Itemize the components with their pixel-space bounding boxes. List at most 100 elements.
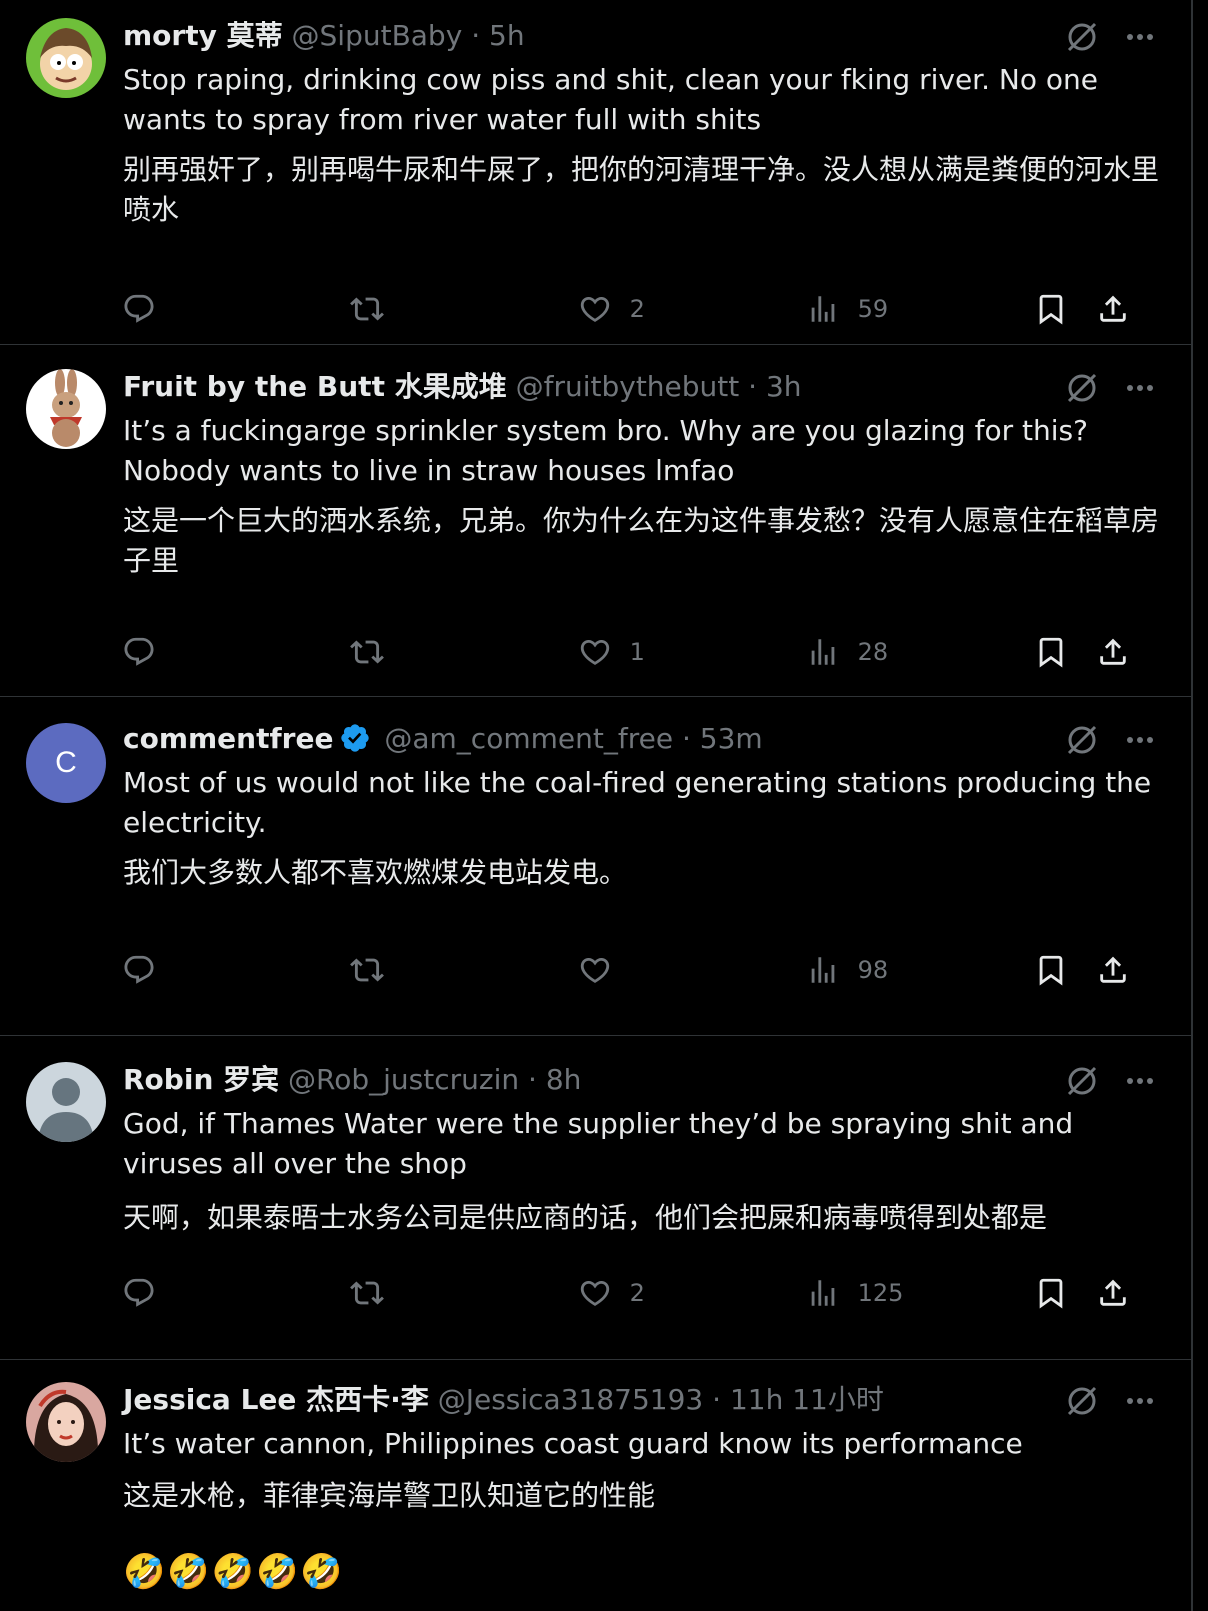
more-icon[interactable] [1123,1384,1157,1418]
timestamp[interactable]: 5h [489,19,525,52]
share-icon [1100,638,1126,665]
tweet-header: Fruit by the Butt 水果成堆 @fruitbythebutt ·… [123,369,802,405]
heart-icon [580,957,610,983]
display-name[interactable]: Robin 罗宾 [123,1063,279,1096]
more-icon[interactable] [1123,371,1157,405]
bookmark-button[interactable] [1034,631,1068,671]
share-button[interactable] [1096,631,1130,671]
tweet[interactable]: Robin 罗宾 @Rob_justcruzin · 8h God, if Th… [0,1036,1191,1360]
timestamp[interactable]: 53m [700,722,763,755]
reply-icon [124,294,154,323]
more-icon[interactable] [1123,20,1157,54]
bookmark-icon [1039,637,1063,668]
tweet[interactable]: C commentfree @am_comment_free · 53m Mos… [0,697,1191,1036]
bookmark-icon [1039,294,1063,325]
grok-icon[interactable] [1065,20,1099,54]
tweet[interactable]: morty 莫蒂 @SiputBaby · 5h Stop raping, dr… [0,0,1191,345]
user-handle[interactable]: @SiputBaby [292,19,463,52]
grok-icon[interactable] [1065,371,1099,405]
views-count: 59 [857,295,889,323]
reply-button[interactable] [122,288,156,328]
grok-icon[interactable] [1065,1384,1099,1418]
like-count: 1 [629,638,645,666]
views-icon [811,1280,835,1306]
tweet-header: commentfree @am_comment_free · 53m [123,721,763,757]
like-button[interactable]: 2 [578,288,645,328]
share-icon [1100,295,1126,322]
views-count: 98 [857,956,889,984]
tweet-header: morty 莫蒂 @SiputBaby · 5h [123,18,525,54]
display-name[interactable]: Fruit by the Butt 水果成堆 [123,370,507,403]
grok-icon[interactable] [1065,1064,1099,1098]
repost-icon [350,958,384,982]
reply-icon [124,955,154,984]
like-button[interactable]: 2 [578,1272,645,1312]
verified-badge-icon [341,724,370,752]
user-handle[interactable]: @Jessica31875193 [438,1383,704,1416]
action-bar: 98 [0,949,1191,989]
display-name[interactable]: commentfree [123,722,333,755]
avatar[interactable] [26,18,106,98]
views-icon [811,639,835,665]
timestamp[interactable]: 3h [766,370,802,403]
views-icon [811,296,835,322]
tweet-text: God, if Thames Water were the supplier t… [123,1107,1074,1180]
like-count: 2 [629,295,645,323]
repost-button[interactable] [350,631,384,671]
reply-button[interactable] [122,631,156,671]
action-bar: 2 59 [0,288,1191,328]
tweet-text: It’s water cannon, Philippines coast gua… [123,1427,1023,1460]
separator-dot: · [681,722,691,755]
views-button[interactable]: 59 [806,288,888,328]
more-icon[interactable] [1123,723,1157,757]
bookmark-button[interactable] [1034,1272,1068,1312]
user-handle[interactable]: @am_comment_free [384,722,673,755]
tweet-translation: 天啊，如果泰晤士水务公司是供应商的话，他们会把屎和病毒喷得到处都是 [123,1201,1048,1234]
heart-icon [580,639,610,665]
repost-icon [350,640,384,664]
views-count: 125 [857,1279,904,1307]
share-icon [1100,956,1126,983]
repost-icon [350,1281,384,1305]
share-button[interactable] [1096,1272,1130,1312]
like-button[interactable]: 1 [578,631,645,671]
timestamp[interactable]: 8h [546,1063,582,1096]
reply-button[interactable] [122,949,156,989]
grok-icon[interactable] [1065,723,1099,757]
repost-button[interactable] [350,1272,384,1312]
more-icon[interactable] [1123,1064,1157,1098]
share-button[interactable] [1096,288,1130,328]
reply-icon [124,1278,154,1307]
views-count: 28 [857,638,889,666]
separator-dot: · [748,370,758,403]
heart-icon [580,296,610,322]
avatar[interactable] [26,369,106,449]
repost-icon [350,297,384,321]
views-button[interactable]: 125 [806,1272,903,1312]
share-button[interactable] [1096,949,1130,989]
timestamp[interactable]: 11h 11小时 [730,1383,884,1416]
display-name[interactable]: Jessica Lee 杰西卡·李 [123,1383,429,1416]
tweet-text: It’s a fuckingarge sprinkler system bro.… [123,414,1088,487]
repost-button[interactable] [350,949,384,989]
separator-dot: · [712,1383,722,1416]
reply-icon [124,637,154,666]
user-handle[interactable]: @Rob_justcruzin [288,1063,519,1096]
share-icon [1100,1279,1126,1306]
reply-feed: morty 莫蒂 @SiputBaby · 5h Stop raping, dr… [0,0,1193,1611]
views-button[interactable]: 28 [806,631,888,671]
user-handle[interactable]: @fruitbythebutt [516,370,740,403]
bookmark-button[interactable] [1034,288,1068,328]
tweet[interactable]: Fruit by the Butt 水果成堆 @fruitbythebutt ·… [0,345,1191,697]
like-button[interactable] [578,949,630,989]
separator-dot: · [471,19,481,52]
avatar[interactable] [26,1382,106,1462]
avatar[interactable]: C [26,723,106,803]
bookmark-button[interactable] [1034,949,1068,989]
display-name[interactable]: morty 莫蒂 [123,19,283,52]
repost-button[interactable] [350,288,384,328]
reply-button[interactable] [122,1272,156,1312]
avatar[interactable] [26,1062,106,1142]
views-button[interactable]: 98 [806,949,888,989]
tweet[interactable]: Jessica Lee 杰西卡·李 @Jessica31875193 · 11h… [0,1360,1191,1611]
